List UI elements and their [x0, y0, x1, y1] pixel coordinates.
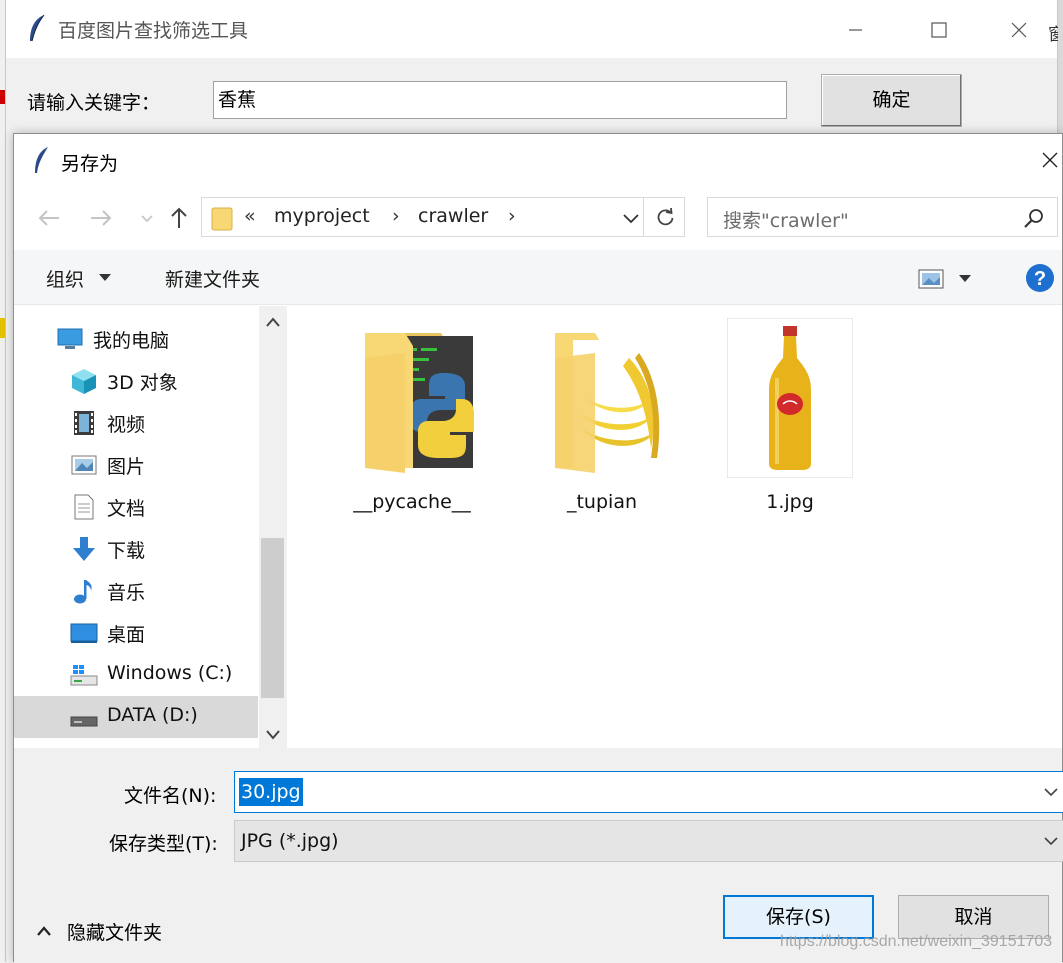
nav-item-desktop[interactable]: 桌面 — [14, 612, 258, 654]
breadcrumb-crawler[interactable]: crawler — [418, 205, 488, 227]
caret-down-icon[interactable] — [99, 274, 111, 282]
python-folder-icon — [365, 333, 474, 473]
nav-item-label: 下载 — [107, 540, 146, 562]
filetype-label: 保存类型(T): — [109, 833, 218, 855]
breadcrumb-separator[interactable]: › — [392, 205, 400, 227]
organize-menu[interactable]: 组织 — [46, 265, 84, 292]
nav-item-label: 我的电脑 — [93, 330, 170, 352]
feather-icon — [30, 14, 45, 42]
file-name: 1.jpg — [766, 491, 814, 513]
nav-item-this-pc[interactable]: 我的电脑 — [14, 318, 258, 360]
command-bar: 组织 新建文件夹 ? — [14, 250, 1062, 305]
main-window-title: 百度图片查找筛选工具 — [58, 20, 249, 42]
music-icon — [74, 580, 92, 604]
computer-icon — [57, 328, 83, 349]
minimize-icon[interactable] — [832, 10, 878, 50]
save-options-panel: 文件名(N): 30.jpg 保存类型(T): JPG (*.jpg) 隐藏文件… — [14, 748, 1063, 963]
nav-item-label: 视频 — [107, 414, 146, 436]
help-icon[interactable]: ? — [1025, 263, 1055, 293]
video-icon — [74, 411, 94, 435]
filename-value[interactable]: 30.jpg — [239, 778, 303, 806]
dialog-title: 另存为 — [61, 153, 119, 175]
background-window-fragment — [0, 90, 5, 104]
address-bar[interactable]: « myproject › crawler › — [201, 197, 685, 237]
save-as-dialog: 另存为 « myproject › crawler › 搜索"crawler" … — [13, 133, 1063, 963]
nav-item-label: 音乐 — [107, 582, 146, 604]
refresh-icon — [657, 207, 674, 226]
chevron-down-icon[interactable] — [1043, 836, 1059, 846]
view-options-icon[interactable] — [918, 268, 944, 290]
file-item-pycache[interactable]: __pycache__ — [322, 318, 502, 518]
search-box[interactable]: 搜索"crawler" — [707, 197, 1058, 237]
keyword-label: 请输入关键字： — [27, 92, 161, 114]
background-window-fragment — [0, 318, 5, 338]
keyword-input[interactable]: 香蕉 — [213, 81, 787, 119]
nav-item-pictures[interactable]: 图片 — [14, 444, 258, 486]
feather-icon — [35, 147, 48, 173]
download-icon — [73, 537, 95, 561]
nav-item-videos[interactable]: 视频 — [14, 402, 258, 444]
close-icon[interactable] — [996, 10, 1042, 50]
nav-item-downloads[interactable]: 下载 — [14, 528, 258, 570]
search-placeholder: 搜索"crawler" — [723, 210, 849, 232]
scroll-down-icon[interactable] — [265, 729, 281, 741]
breadcrumb-overflow[interactable]: « — [244, 205, 256, 227]
search-icon[interactable] — [1022, 207, 1046, 231]
folder-icon — [211, 207, 233, 231]
file-list: __pycache__ _tupian 1.jpg — [286, 306, 1062, 748]
back-arrow-icon[interactable] — [32, 201, 66, 235]
svg-text:?: ? — [1034, 268, 1046, 290]
nav-item-label: DATA (D:) — [107, 704, 198, 726]
scroll-up-icon[interactable] — [265, 316, 281, 328]
pictures-icon — [71, 455, 97, 475]
file-name: __pycache__ — [353, 491, 471, 513]
forward-arrow-icon[interactable] — [84, 201, 118, 235]
hide-folders-toggle[interactable]: 隐藏文件夹 — [36, 916, 196, 946]
filename-label: 文件名(N): — [124, 785, 217, 807]
nav-item-label: 文档 — [107, 498, 146, 520]
breadcrumb-myproject[interactable]: myproject — [274, 205, 370, 227]
nav-item-label: 桌面 — [107, 624, 146, 646]
file-name: _tupian — [566, 491, 638, 513]
close-icon[interactable] — [1036, 146, 1063, 174]
nav-item-windows-drive[interactable]: Windows (C:) — [14, 654, 258, 696]
filename-input[interactable]: 30.jpg — [234, 771, 1063, 813]
nav-item-data-drive[interactable]: DATA (D:) — [14, 696, 258, 738]
maximize-icon[interactable] — [916, 10, 962, 50]
nav-item-label: 3D 对象 — [107, 372, 178, 394]
chevron-down-icon[interactable] — [619, 208, 643, 228]
nav-item-label: Windows (C:) — [107, 662, 233, 684]
file-item-tupian[interactable]: _tupian — [512, 318, 692, 518]
hide-folders-label: 隐藏文件夹 — [67, 922, 163, 944]
nav-item-label: 图片 — [107, 456, 146, 478]
new-folder-button[interactable]: 新建文件夹 — [165, 265, 260, 292]
watermark: https://blog.csdn.net/weixin_39151703 — [780, 933, 1053, 950]
chevron-up-icon — [37, 926, 51, 936]
caret-down-icon[interactable] — [959, 275, 971, 283]
bottle-image-icon — [727, 318, 853, 478]
filetype-select[interactable]: JPG (*.jpg) — [234, 820, 1063, 862]
desktop-icon — [70, 623, 98, 643]
nav-item-documents[interactable]: 文档 — [14, 486, 258, 528]
windows-drive-icon — [70, 665, 98, 686]
scrollbar-thumb[interactable] — [261, 538, 284, 698]
breadcrumb-separator[interactable]: › — [508, 205, 516, 227]
chevron-down-icon[interactable] — [1043, 787, 1059, 797]
navigation-pane: 我的电脑 3D 对象 视频 图片 文档 下载 音乐 桌面 Windows (C:… — [14, 306, 286, 748]
up-arrow-icon[interactable] — [162, 201, 196, 235]
nav-item-3d-objects[interactable]: 3D 对象 — [14, 360, 258, 402]
main-titlebar: 百度图片查找筛选工具 — [5, 0, 1058, 58]
documents-icon — [74, 494, 94, 520]
refresh-button[interactable] — [643, 198, 686, 236]
chevron-down-icon[interactable] — [130, 201, 164, 235]
file-item-1-jpg[interactable]: 1.jpg — [700, 318, 880, 518]
drive-icon — [70, 716, 98, 727]
nav-scrollbar[interactable] — [259, 306, 286, 748]
confirm-button[interactable]: 确定 — [821, 74, 962, 127]
filetype-value: JPG (*.jpg) — [241, 830, 339, 852]
nav-item-music[interactable]: 音乐 — [14, 570, 258, 612]
banana-folder-icon — [555, 333, 661, 473]
3d-objects-icon — [72, 369, 96, 394]
